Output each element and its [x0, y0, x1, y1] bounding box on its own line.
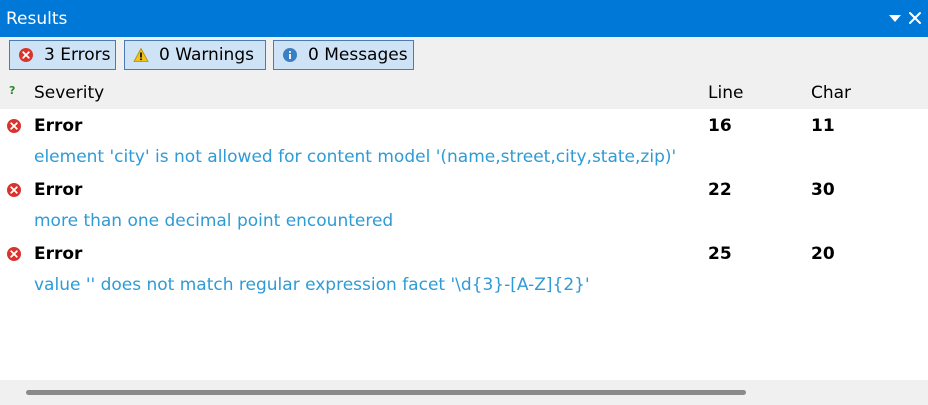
dropdown-arrow-icon[interactable]	[886, 9, 904, 27]
error-icon	[6, 118, 22, 134]
column-char[interactable]: Char	[811, 83, 851, 103]
row-line: 25	[708, 244, 732, 264]
help-icon[interactable]: ?	[9, 84, 15, 97]
error-icon	[6, 246, 22, 262]
row-severity: Error	[34, 116, 83, 136]
horizontal-scrollbar[interactable]	[0, 380, 928, 405]
row-message: element 'city' is not allowed for conten…	[34, 147, 677, 167]
result-row[interactable]: Error 22 30 more than one decimal point …	[0, 173, 928, 237]
column-header: ? Severity Line Char	[0, 77, 928, 109]
column-severity[interactable]: Severity	[34, 83, 104, 103]
row-char: 30	[811, 180, 835, 200]
row-line: 22	[708, 180, 732, 200]
error-icon	[6, 182, 22, 198]
row-message: more than one decimal point encountered	[34, 211, 394, 231]
filter-toolbar: 3 Errors 0 Warnings 0 Messages	[0, 37, 928, 77]
result-row[interactable]: Error 25 20 value '' does not match regu…	[0, 237, 928, 301]
results-panel: Results 3 Errors 0 Warnings 0 Messages ?…	[0, 0, 928, 405]
messages-filter-button[interactable]: 0 Messages	[273, 40, 414, 70]
warnings-filter-button[interactable]: 0 Warnings	[124, 40, 266, 70]
row-message: value '' does not match regular expressi…	[34, 275, 590, 295]
messages-filter-label: 0 Messages	[308, 45, 408, 65]
result-row[interactable]: Error 16 11 element 'city' is not allowe…	[0, 109, 928, 173]
info-icon	[282, 47, 298, 63]
row-char: 11	[811, 116, 835, 136]
error-icon	[18, 47, 34, 63]
row-severity: Error	[34, 244, 83, 264]
row-line: 16	[708, 116, 732, 136]
row-char: 20	[811, 244, 835, 264]
warnings-filter-label: 0 Warnings	[159, 45, 254, 65]
row-severity: Error	[34, 180, 83, 200]
panel-title: Results	[6, 9, 68, 29]
column-line[interactable]: Line	[708, 83, 743, 103]
warning-icon	[133, 47, 149, 63]
results-list: Error 16 11 element 'city' is not allowe…	[0, 109, 928, 301]
close-icon[interactable]	[906, 9, 924, 27]
title-bar: Results	[0, 0, 928, 37]
errors-filter-button[interactable]: 3 Errors	[9, 40, 116, 70]
errors-filter-label: 3 Errors	[44, 45, 111, 65]
scrollbar-thumb[interactable]	[26, 390, 746, 395]
